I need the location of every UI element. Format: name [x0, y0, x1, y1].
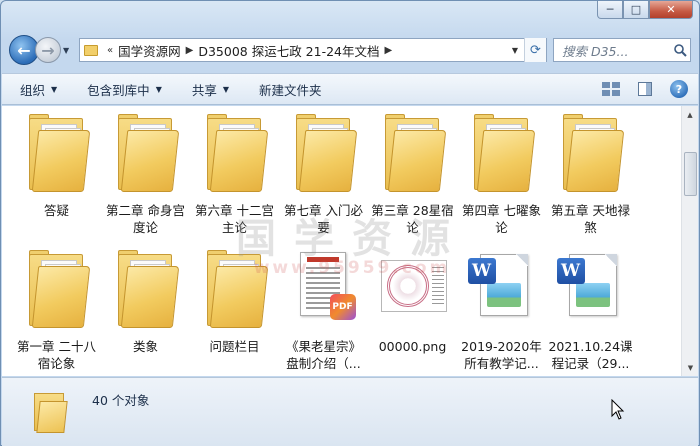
command-bar: 组织 ▼ 包含到库中 ▼ 共享 ▼ 新建文件夹 ? [2, 73, 698, 105]
file-name-label: 《果老星宗》盘制介绍（... [285, 339, 361, 371]
share-label: 共享 [191, 82, 217, 98]
item-count: 40 个对象 [92, 392, 150, 408]
folder-item[interactable]: 第二章 命身宫度论 [101, 112, 190, 242]
scroll-up-icon[interactable]: ▲ [682, 106, 698, 123]
file-name-label: 第五章 天地禄煞 [551, 203, 630, 235]
pdf-file-icon: PDF [288, 248, 360, 332]
folder-icon [288, 112, 360, 196]
address-bar[interactable]: « 国学资源网 ▶ D35008 探运七政 21-24年文档 ▶ ▼ ⟳ [79, 38, 547, 62]
new-folder-button[interactable]: 新建文件夹 [259, 80, 322, 99]
folder-item[interactable]: 答疑 [12, 112, 101, 242]
file-item[interactable]: 00000.png [368, 248, 457, 376]
caption-buttons: ─ □ ✕ [597, 1, 693, 19]
breadcrumb-separator-icon[interactable]: ▶ [181, 45, 199, 56]
breadcrumb-segment-current[interactable]: D35008 探运七政 21-24年文档 [198, 41, 379, 60]
toolbar-right-group: ? [602, 74, 688, 104]
file-list-pane[interactable]: 答疑 第二章 命身宫度论 第六章 十二宫主论 第七章 入门必要 第三章 28星宿论 第四章… [2, 106, 698, 376]
details-pane: 40 个对象 [2, 377, 698, 446]
file-name-label: 2021.10.24课程记录（29... [548, 339, 633, 371]
file-name-label: 第六章 十二宫主论 [195, 203, 274, 235]
address-dropdown-icon[interactable]: ▼ [508, 46, 522, 55]
file-name-label: 第四章 七曜象论 [462, 203, 541, 235]
word-badge-icon: W [467, 258, 496, 284]
search-input[interactable]: 搜索 D35... [553, 38, 691, 62]
file-name-label: 第七章 入门必要 [284, 203, 363, 235]
scrollbar-thumb[interactable] [684, 152, 697, 196]
organize-label: 组织 [20, 82, 46, 98]
back-arrow-icon: ← [17, 40, 31, 60]
folder-icon [377, 112, 449, 196]
file-grid: 答疑 第二章 命身宫度论 第六章 十二宫主论 第七章 入门必要 第三章 28星宿论 第四章… [12, 112, 672, 376]
folder-item[interactable]: 第一章 二十八宿论象 [12, 248, 101, 376]
share-menu[interactable]: 共享 ▼ [192, 80, 229, 99]
folder-icon [21, 112, 93, 196]
new-folder-label: 新建文件夹 [259, 82, 322, 98]
folder-item[interactable]: 第四章 七曜象论 [457, 112, 546, 242]
folder-item[interactable]: 问题栏目 [190, 248, 279, 376]
breadcrumb-segment-root[interactable]: 国学资源网 [118, 41, 181, 60]
folder-item[interactable]: 类象 [101, 248, 190, 376]
forward-arrow-icon: → [41, 40, 55, 60]
breadcrumb-separator-icon[interactable]: ▶ [380, 45, 398, 56]
navigation-row: ← → ▼ « 国学资源网 ▶ D35008 探运七政 21-24年文档 ▶ ▼… [9, 35, 691, 65]
refresh-button[interactable]: ⟳ [524, 38, 546, 62]
file-name-label: 00000.png [378, 339, 447, 354]
change-view-icon[interactable] [602, 82, 620, 96]
folder-icon [21, 248, 93, 332]
organize-menu[interactable]: 组织 ▼ [20, 80, 57, 99]
folder-item[interactable]: 第七章 入门必要 [279, 112, 368, 242]
word-document-icon: W [555, 248, 627, 332]
file-name-label: 2019-2020年所有教学记... [461, 339, 542, 371]
file-name-label: 第三章 28星宿论 [371, 203, 454, 235]
file-item[interactable]: W 2019-2020年所有教学记... [457, 248, 546, 376]
chevron-down-icon: ▼ [155, 84, 162, 94]
include-in-library-menu[interactable]: 包含到库中 ▼ [87, 80, 162, 99]
folder-item[interactable]: 第六章 十二宫主论 [190, 112, 279, 242]
folder-icon [80, 39, 102, 61]
vertical-scrollbar[interactable]: ▲ ▼ [681, 106, 698, 376]
recent-pages-dropdown[interactable]: ▼ [63, 46, 75, 55]
explorer-window: ─ □ ✕ ← → ▼ « 国学资源网 ▶ D35008 探运七政 21-24年… [0, 0, 700, 446]
file-name-label: 问题栏目 [209, 339, 260, 354]
forward-button[interactable]: → [35, 37, 61, 63]
folder-item[interactable]: 第三章 28星宿论 [368, 112, 457, 242]
file-name-label: 第二章 命身宫度论 [106, 203, 185, 235]
preview-pane-icon[interactable] [638, 82, 652, 96]
refresh-icon: ⟳ [530, 42, 541, 58]
file-item[interactable]: PDF 《果老星宗》盘制介绍（... [279, 248, 368, 376]
close-button[interactable]: ✕ [649, 1, 693, 19]
help-icon[interactable]: ? [670, 80, 688, 98]
mouse-pointer-icon [611, 399, 625, 420]
word-badge-icon: W [556, 258, 585, 284]
include-in-library-label: 包含到库中 [87, 82, 150, 98]
pdf-badge-icon: PDF [329, 294, 356, 320]
maximize-button[interactable]: □ [623, 1, 649, 19]
chevron-down-icon: ▼ [51, 84, 58, 94]
file-item[interactable]: W 2021.10.24课程记录（29... [546, 248, 635, 376]
breadcrumb-overflow[interactable]: « [102, 45, 118, 56]
folder-icon [110, 112, 182, 196]
word-document-icon: W [466, 248, 538, 332]
folder-item[interactable]: 第五章 天地禄煞 [546, 112, 635, 242]
folder-icon [466, 112, 538, 196]
file-name-label: 第一章 二十八宿论象 [17, 339, 96, 371]
file-name-label: 类象 [132, 339, 158, 354]
file-name-label: 答疑 [43, 203, 69, 218]
minimize-button[interactable]: ─ [597, 1, 623, 19]
folder-icon [110, 248, 182, 332]
scroll-down-icon[interactable]: ▼ [682, 359, 698, 376]
search-placeholder: 搜索 D35... [562, 43, 629, 59]
image-file-icon [377, 248, 449, 332]
chevron-down-icon: ▼ [222, 84, 230, 94]
folder-icon [30, 389, 70, 435]
folder-icon [555, 112, 627, 196]
folder-icon [199, 112, 271, 196]
search-icon[interactable] [670, 43, 690, 57]
folder-icon [199, 248, 271, 332]
